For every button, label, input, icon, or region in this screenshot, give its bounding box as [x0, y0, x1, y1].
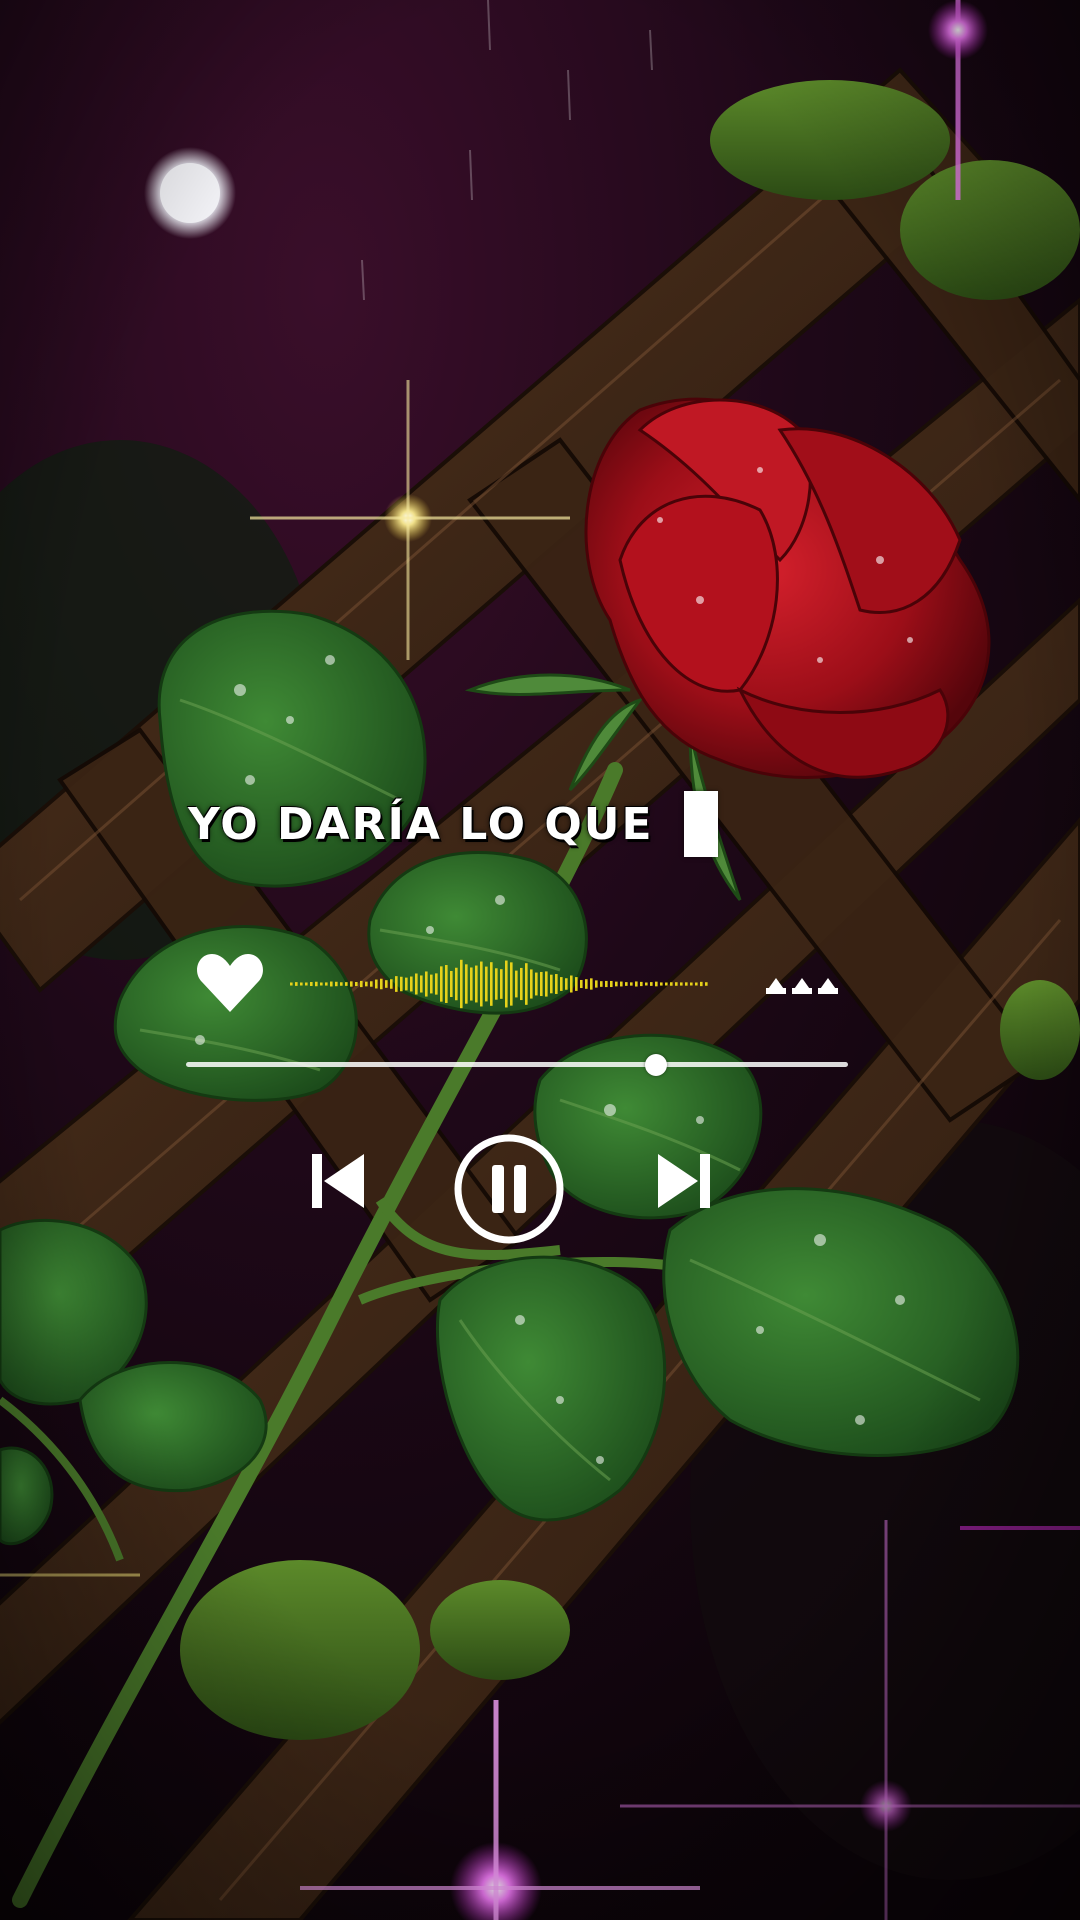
- waveform-bar: [455, 967, 458, 1001]
- waveform-bar: [510, 962, 513, 1006]
- waveform-bar: [520, 967, 523, 1001]
- waveform-bar: [685, 982, 688, 986]
- waveform-bar: [550, 974, 553, 994]
- pause-icon: [492, 1165, 526, 1213]
- waveform-bar: [465, 964, 468, 1004]
- heart-icon[interactable]: [194, 950, 266, 1016]
- waveform-bar: [515, 970, 518, 998]
- waveform-bar: [695, 982, 698, 986]
- pause-button[interactable]: [452, 1132, 566, 1246]
- skip-next-icon[interactable]: [654, 1150, 714, 1212]
- waveform-bar: [430, 974, 433, 994]
- waveform-bar: [625, 982, 628, 986]
- waveform-bar: [590, 978, 593, 990]
- waveform-bar: [290, 982, 293, 986]
- waveform-bar: [420, 975, 423, 993]
- waveform-bar: [450, 971, 453, 997]
- waveform-bar: [535, 972, 538, 996]
- waveform-bar: [675, 982, 678, 986]
- waveform-bar: [335, 981, 338, 987]
- waveform-bar: [595, 980, 598, 988]
- waveform-bar: [360, 980, 363, 988]
- waveform-bar: [635, 981, 638, 987]
- waveform-bar: [660, 982, 663, 986]
- waveform-bar: [435, 973, 438, 995]
- waveform-bar: [670, 982, 673, 986]
- waveform-bar: [705, 982, 708, 986]
- waveform-bar: [505, 960, 508, 1008]
- waveform-bar: [305, 982, 308, 986]
- seek-bar[interactable]: [186, 1054, 848, 1076]
- waveform-bar: [425, 971, 428, 997]
- waveform-bar: [340, 982, 343, 986]
- waveform-bar: [395, 976, 398, 992]
- waveform-bar: [385, 980, 388, 988]
- waveform-bar: [655, 981, 658, 987]
- video-frame: YO DARÍA LO QUE: [0, 0, 1080, 1920]
- waveform-bar: [645, 982, 648, 986]
- waveform-bar: [380, 978, 383, 990]
- waveform-bar: [315, 981, 318, 987]
- waveform-bar: [365, 981, 368, 987]
- waveform-bar: [585, 979, 588, 989]
- waveform-bar: [480, 961, 483, 1007]
- waveform-bar: [610, 980, 613, 988]
- waveform-bar: [415, 973, 418, 995]
- seek-track: [186, 1062, 848, 1067]
- waveform-bar: [300, 982, 303, 986]
- waveform-bar: [390, 979, 393, 989]
- waveform-bar: [295, 982, 298, 986]
- waveform-bar: [350, 981, 353, 987]
- lyric-line: YO DARÍA LO QUE: [188, 791, 718, 857]
- music-player: [180, 950, 860, 1250]
- waveform-bar: [310, 982, 313, 986]
- waveform-bar: [690, 982, 693, 986]
- waveform-bar: [700, 981, 703, 987]
- waveform-bar: [565, 978, 568, 990]
- audio-waveform: [290, 959, 708, 1009]
- waveform-bar: [630, 982, 633, 986]
- waveform-bar: [650, 982, 653, 986]
- waveform-bar: [410, 976, 413, 992]
- waveform-bar: [490, 962, 493, 1006]
- waveform-bar: [495, 968, 498, 1000]
- seek-thumb[interactable]: [645, 1054, 668, 1076]
- waveform-bar: [445, 965, 448, 1003]
- waveform-bar: [400, 976, 403, 992]
- waveform-bar: [530, 969, 533, 999]
- waveform-bar: [605, 980, 608, 988]
- skip-previous-icon[interactable]: [308, 1150, 368, 1212]
- waveform-bar: [485, 966, 488, 1002]
- waveform-bar: [325, 982, 328, 986]
- waveform-bar: [320, 982, 323, 986]
- waveform-bar: [540, 971, 543, 997]
- waveform-bar: [470, 967, 473, 1001]
- waveform-bar: [500, 969, 503, 999]
- waveform-bar: [615, 981, 618, 987]
- waveform-bar: [355, 982, 358, 986]
- waveform-bar: [620, 981, 623, 987]
- waveform-bar: [665, 982, 668, 986]
- waveform-bar: [640, 981, 643, 987]
- waveform-bar: [545, 971, 548, 997]
- waveform-bar: [680, 982, 683, 986]
- waveform-bar: [345, 982, 348, 986]
- waveform-bar: [375, 979, 378, 989]
- waveform-bar: [440, 966, 443, 1002]
- waveform-bar: [570, 975, 573, 993]
- waveform-bar: [525, 963, 528, 1005]
- more-options-icon[interactable]: [764, 970, 844, 996]
- waveform-bar: [575, 977, 578, 991]
- typing-cursor: [683, 791, 718, 857]
- waveform-bar: [580, 979, 583, 989]
- waveform-bar: [370, 981, 373, 987]
- waveform-bar: [600, 981, 603, 987]
- waveform-bar: [555, 974, 558, 994]
- lyric-text: YO DARÍA LO QUE: [188, 798, 654, 850]
- waveform-bar: [475, 965, 478, 1003]
- waveform-bar: [560, 977, 563, 991]
- waveform-bar: [330, 981, 333, 987]
- waveform-bar: [460, 959, 463, 1009]
- waveform-bar: [405, 977, 408, 991]
